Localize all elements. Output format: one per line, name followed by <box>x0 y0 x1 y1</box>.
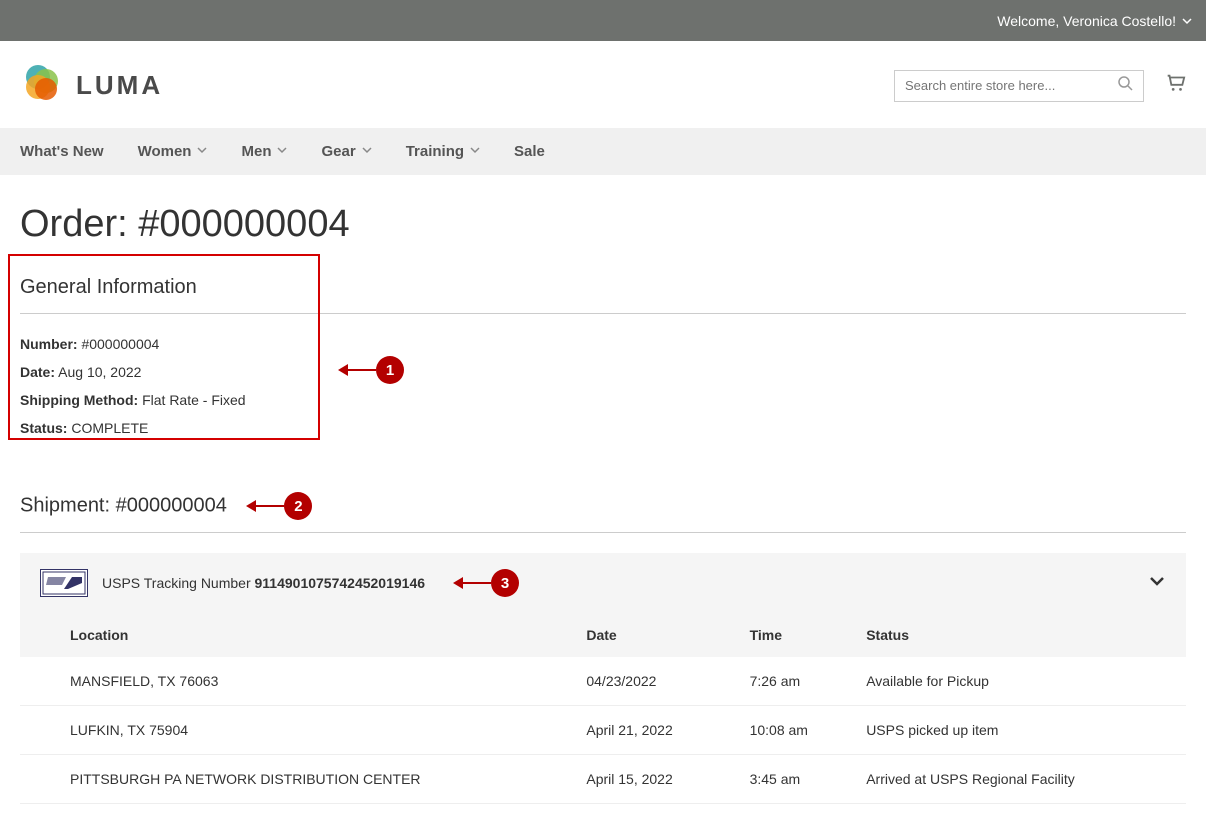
table-header-row: Location Date Time Status <box>20 613 1186 657</box>
nav-training[interactable]: Training <box>406 143 480 160</box>
cell-location: LUFKIN, TX 75904 <box>20 706 556 755</box>
header: LUMA <box>0 41 1206 128</box>
cell-location: PITTSBURGH PA NETWORK DISTRIBUTION CENTE… <box>20 755 556 804</box>
callout-badge: 3 <box>491 569 519 597</box>
callout-badge: 1 <box>376 356 404 384</box>
nav-label: Sale <box>514 143 545 160</box>
shipment-heading-text: Shipment: #000000004 <box>20 494 227 516</box>
search-icon[interactable] <box>1117 75 1133 96</box>
top-bar: Welcome, Veronica Costello! <box>0 0 1206 41</box>
tracking-label: USPS Tracking Number 9114901075742452019… <box>102 575 425 591</box>
cell-status: USPS picked up item <box>836 706 1186 755</box>
main-nav: What's New Women Men Gear Training Sale <box>0 128 1206 175</box>
chevron-down-icon <box>197 145 207 158</box>
cart-icon[interactable] <box>1164 72 1186 99</box>
chevron-down-icon <box>362 145 372 158</box>
logo[interactable]: LUMA <box>20 61 163 110</box>
callout-badge: 2 <box>284 492 312 520</box>
tracking-header[interactable]: USPS Tracking Number 9114901075742452019… <box>20 553 1186 613</box>
cell-date: 04/23/2022 <box>556 657 719 706</box>
nav-label: Men <box>241 143 271 160</box>
chevron-down-icon[interactable] <box>1148 572 1166 595</box>
nav-women[interactable]: Women <box>138 143 208 160</box>
table-row: MANSFIELD, TX 76063 04/23/2022 7:26 am A… <box>20 657 1186 706</box>
nav-label: Gear <box>321 143 355 160</box>
col-date: Date <box>556 613 719 657</box>
col-status: Status <box>836 613 1186 657</box>
logo-icon <box>20 61 64 110</box>
chevron-down-icon[interactable] <box>1182 13 1192 29</box>
annotation-callout-1: 1 <box>338 356 404 384</box>
annotation-callout-2: 2 <box>246 492 312 520</box>
cell-status: Arrived at USPS Regional Facility <box>836 755 1186 804</box>
tracking-table: Location Date Time Status MANSFIELD, TX … <box>20 613 1186 804</box>
chevron-down-icon <box>277 145 287 158</box>
info-number: Number: #000000004 <box>20 336 1186 352</box>
cell-time: 10:08 am <box>720 706 837 755</box>
nav-sale[interactable]: Sale <box>514 143 545 160</box>
search-box[interactable] <box>894 70 1144 102</box>
nav-label: Training <box>406 143 464 160</box>
annotation-callout-3: 3 <box>453 569 519 597</box>
table-row: LUFKIN, TX 75904 April 21, 2022 10:08 am… <box>20 706 1186 755</box>
nav-men[interactable]: Men <box>241 143 287 160</box>
general-info-heading: General Information <box>20 276 1186 314</box>
info-date: Date: Aug 10, 2022 <box>20 364 1186 380</box>
info-status: Status: COMPLETE <box>20 420 1186 436</box>
info-shipping: Shipping Method: Flat Rate - Fixed <box>20 392 1186 408</box>
chevron-down-icon <box>470 145 480 158</box>
usps-logo-icon <box>40 569 88 597</box>
page-title: Order: #000000004 <box>20 203 1186 246</box>
cell-time: 3:45 am <box>720 755 837 804</box>
general-info-section: 1 General Information Number: #000000004… <box>20 276 1186 462</box>
logo-text: LUMA <box>76 70 163 101</box>
nav-label: What's New <box>20 143 104 160</box>
col-time: Time <box>720 613 837 657</box>
nav-whats-new[interactable]: What's New <box>20 143 104 160</box>
welcome-text[interactable]: Welcome, Veronica Costello! <box>997 13 1176 29</box>
col-location: Location <box>20 613 556 657</box>
table-row: PITTSBURGH PA NETWORK DISTRIBUTION CENTE… <box>20 755 1186 804</box>
cell-date: April 21, 2022 <box>556 706 719 755</box>
cell-date: April 15, 2022 <box>556 755 719 804</box>
search-input[interactable] <box>905 78 1117 93</box>
nav-label: Women <box>138 143 192 160</box>
cell-status: Available for Pickup <box>836 657 1186 706</box>
nav-gear[interactable]: Gear <box>321 143 371 160</box>
cell-location: MANSFIELD, TX 76063 <box>20 657 556 706</box>
cell-time: 7:26 am <box>720 657 837 706</box>
shipment-heading: Shipment: #000000004 2 <box>20 492 1186 533</box>
tracking-panel: USPS Tracking Number 9114901075742452019… <box>20 553 1186 804</box>
